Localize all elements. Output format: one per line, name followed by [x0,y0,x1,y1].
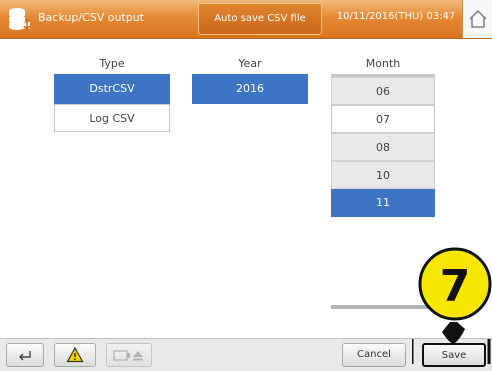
datetime-display: 10/11/2016(THU) 03:47 [336,11,456,22]
month-option-08[interactable]: 08 [331,133,435,161]
year-heading: Year [238,57,262,70]
year-option-2016[interactable]: 2016 [192,74,308,104]
step-number: 7 [440,261,471,312]
month-option-06[interactable]: 06 [331,77,435,105]
back-arrow-icon [19,351,31,361]
type-option-dstrcsv[interactable]: DstrCSV [54,74,170,104]
type-heading: Type [99,57,125,70]
home-icon [469,9,487,28]
warning-icon [66,346,84,363]
page-title: Backup/CSV output [38,11,144,24]
month-option-07[interactable]: 07 [331,105,435,133]
warning-button[interactable] [54,343,96,367]
back-button[interactable] [6,343,44,367]
media-eject-icon [113,350,143,361]
step-callout: 7 [412,247,492,364]
type-option-logcsv[interactable]: Log CSV [54,104,170,132]
cancel-button[interactable]: Cancel [342,343,406,367]
month-option-10[interactable]: 10 [331,161,435,189]
auto-save-csv-tab[interactable]: Auto save CSV file [198,3,322,35]
media-eject-button[interactable] [106,343,152,367]
header-bar: Backup/CSV output Auto save CSV file 10/… [0,0,492,39]
month-option-11[interactable]: 11 [331,189,435,217]
home-button[interactable] [462,0,492,38]
database-icon [9,8,31,31]
month-heading: Month [365,57,401,70]
